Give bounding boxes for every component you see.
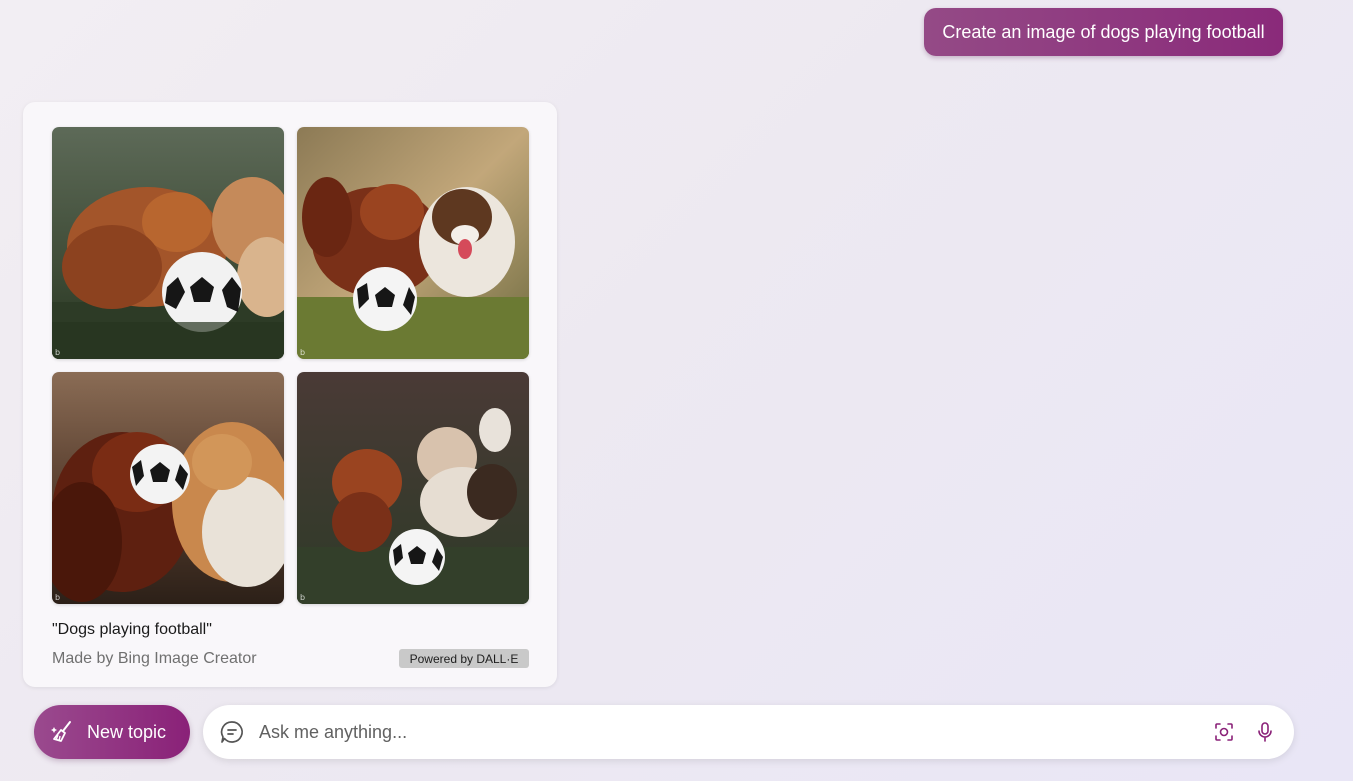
image-result-card: b b (23, 102, 557, 687)
generated-image-4[interactable]: b (297, 372, 529, 604)
microphone-icon[interactable] (1253, 720, 1277, 744)
bing-watermark: b (300, 348, 305, 357)
image-prompt-caption: "Dogs playing football" (52, 621, 212, 639)
camera-scan-icon[interactable] (1212, 720, 1236, 744)
chat-bubble-icon (219, 719, 245, 745)
chat-composer (203, 705, 1294, 759)
image-creator-credit[interactable]: Made by Bing Image Creator (52, 650, 257, 668)
ask-input[interactable] (257, 721, 1212, 744)
new-topic-label: New topic (87, 722, 166, 743)
bing-watermark: b (55, 348, 60, 357)
bing-watermark: b (55, 593, 60, 602)
generated-image-3-art (52, 372, 284, 604)
generated-image-3[interactable]: b (52, 372, 284, 604)
user-message-bubble: Create an image of dogs playing football (924, 8, 1283, 56)
generated-image-2[interactable]: b (297, 127, 529, 359)
generated-image-4-art (297, 372, 529, 604)
bing-watermark: b (300, 593, 305, 602)
dalle-badge: Powered by DALL·E (399, 649, 529, 668)
generated-image-1[interactable]: b (52, 127, 284, 359)
new-topic-button[interactable]: New topic (34, 705, 190, 759)
generated-image-1-art (52, 127, 284, 359)
broom-icon (50, 719, 76, 745)
generated-image-2-art (297, 127, 529, 359)
user-message-text: Create an image of dogs playing football (942, 22, 1264, 43)
